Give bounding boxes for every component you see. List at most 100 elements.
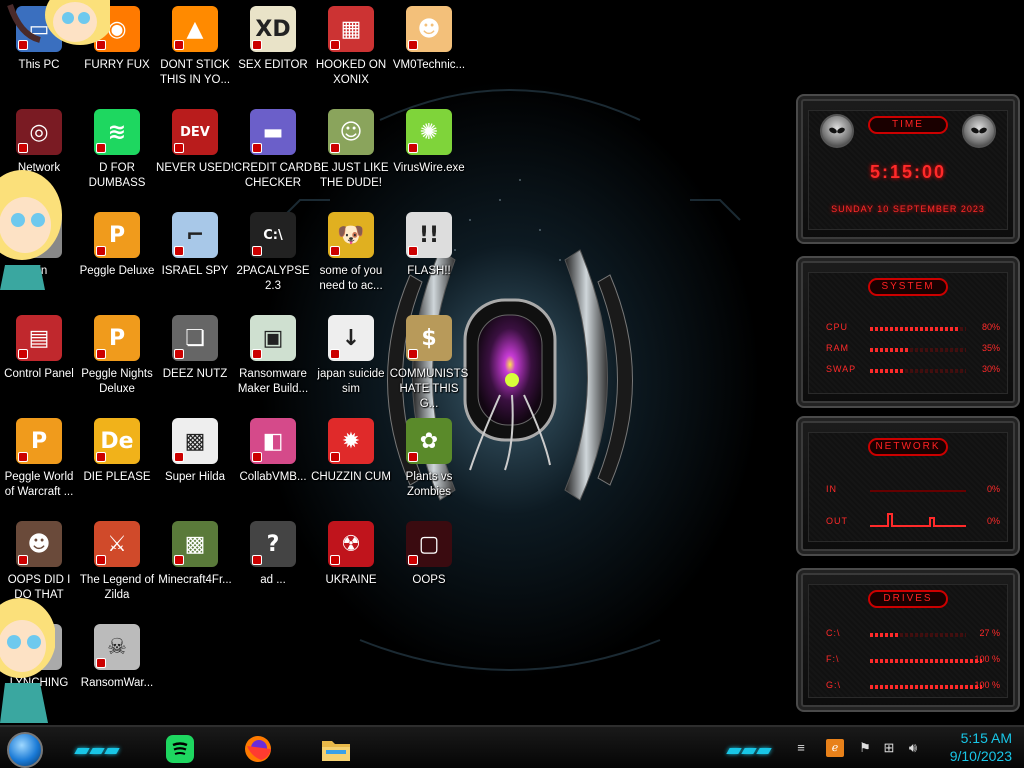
desktop-icon[interactable]: ☠ RansomWar...	[77, 618, 157, 718]
spotify-icon	[166, 735, 194, 763]
drive-label: C:\	[826, 628, 841, 638]
app-tray-icon[interactable]: ℯ	[826, 739, 844, 757]
widget-clock: 5:15:00	[869, 162, 947, 182]
system-label: RAM	[826, 343, 849, 353]
shortcut-arrow-icon	[330, 452, 340, 462]
firefox-icon	[245, 736, 271, 762]
desktop-icon[interactable]: ☺ BE JUST LIKE THE DUDE!	[311, 103, 391, 203]
desktop-icon-label: NEVER USED!	[156, 162, 234, 174]
network-in-label: IN	[826, 484, 837, 494]
firefox-taskbar-button[interactable]	[240, 731, 276, 767]
folder-icon	[322, 741, 350, 761]
network-in-row: IN 0%	[826, 484, 1000, 498]
desktop-icon[interactable]: ❏ DEEZ NUTZ	[155, 309, 235, 409]
desktop-icon[interactable]: ⚔ The Legend of Zilda	[77, 515, 157, 615]
desktop-icon[interactable]: ☢ UKRAINE	[311, 515, 391, 615]
file-explorer-taskbar-button[interactable]	[318, 731, 354, 767]
show-hidden-icons-icon[interactable]: ≡	[792, 739, 810, 757]
volume-icon[interactable]: 🔊︎	[904, 739, 922, 757]
shortcut-arrow-icon	[252, 452, 262, 462]
desktop-icon[interactable]: P Peggle World of Warcraft ...	[0, 412, 79, 512]
start-button[interactable]	[7, 732, 43, 768]
desktop-icon[interactable]: ✿ Plants vs Zombies	[389, 412, 469, 512]
desktop-icon-label: ad ...	[260, 574, 286, 586]
desktop-icon[interactable]: De DIE PLEASE	[77, 412, 157, 512]
desktop-icon[interactable]: XD SEX EDITOR	[233, 0, 313, 100]
desktop-icon-label: SEX EDITOR	[238, 59, 308, 71]
system-widget-title: SYSTEM	[868, 278, 948, 296]
desktop-icon[interactable]: !! FLASH!!	[389, 206, 469, 306]
desktop-icon[interactable]: P Peggle Nights Deluxe	[77, 309, 157, 409]
widget-date: SUNDAY 10 SEPTEMBER 2023	[831, 204, 985, 214]
system-usage-bar	[870, 327, 960, 331]
system-widget: SYSTEM CPU 80% RAM 35% SWAP 30%	[796, 256, 1020, 408]
desktop-icon-label: This PC	[18, 59, 60, 71]
taskbar-clock[interactable]: 5:15 AM 9/10/2023	[950, 729, 1012, 765]
desktop-icon[interactable]: P Peggle Deluxe	[77, 206, 157, 306]
network-out-graph	[870, 513, 966, 527]
desktop-icon-label: Control Panel	[4, 368, 74, 380]
shortcut-arrow-icon	[252, 143, 262, 153]
desktop-icon-label: FURRY FUX	[84, 59, 150, 71]
shortcut-arrow-icon	[18, 143, 28, 153]
action-flag-icon[interactable]: ⚑	[856, 739, 874, 757]
desktop-icon[interactable]: ≋ D FOR DUMBASS	[77, 103, 157, 203]
desktop-icon[interactable]: $ COMMUNISTS HATE THIS G...	[389, 309, 469, 410]
desktop-icon[interactable]: ▩ Super Hilda	[155, 412, 235, 512]
shortcut-arrow-icon	[330, 349, 340, 359]
desktop-icon-label: CollabVMB...	[239, 471, 307, 483]
desktop-icon[interactable]: ✹ CHUZZIN CUM	[311, 412, 391, 512]
network-tray-icon[interactable]: ⊞	[880, 739, 898, 757]
desktop-icon-label: D FOR DUMBASS	[88, 162, 146, 189]
drive-row: G:\ 100 %	[826, 680, 1000, 694]
desktop-icon[interactable]: 🐶 some of you need to ac...	[311, 206, 391, 306]
shortcut-arrow-icon	[96, 452, 106, 462]
desktop-icon[interactable]: ▬ CREDIT CARD CHECKER	[233, 103, 313, 203]
desktop-icon-label: FLASH!!	[407, 265, 451, 277]
desktop-icon[interactable]: ↓ japan suicide sim	[311, 309, 391, 409]
shortcut-arrow-icon	[96, 143, 106, 153]
desktop-icon[interactable]: ? ad ...	[233, 515, 313, 615]
desktop-icon[interactable]: ✺ VirusWire.exe	[389, 103, 469, 203]
time-widget-title: TIME	[868, 116, 948, 134]
shortcut-arrow-icon	[96, 555, 106, 565]
desktop-icon-label: Plants vs Zombies	[405, 471, 453, 498]
system-value: 35%	[981, 343, 1000, 353]
desktop-icon[interactable]: ▩ Minecraft4Fr...	[155, 515, 235, 615]
shortcut-arrow-icon	[18, 555, 28, 565]
desktop-icon[interactable]: C:\ 2PACALYPSE 2.3	[233, 206, 313, 306]
desktop-icon-label: Super Hilda	[164, 471, 226, 483]
shortcut-arrow-icon	[252, 246, 262, 256]
desktop-icon-label: japan suicide sim	[317, 368, 385, 395]
drive-usage-bar	[870, 685, 982, 689]
desktop-icon-label: CREDIT CARD CHECKER	[233, 162, 313, 189]
desktop-icon[interactable]: ▤ Control Panel	[0, 309, 79, 409]
desktop-icon[interactable]: ▲ DONT STICK THIS IN YO...	[155, 0, 235, 100]
desktop-icon-label: DIE PLEASE	[83, 471, 151, 483]
desktop-icon-label: OOPS	[412, 574, 446, 586]
desktop-icon[interactable]: DEV NEVER USED!	[155, 103, 235, 203]
shortcut-arrow-icon	[174, 555, 184, 565]
desktop-icon-label: DONT STICK THIS IN YO...	[159, 59, 231, 86]
desktop-icon[interactable]: ▢ OOPS	[389, 515, 469, 615]
desktop-icon-label: CHUZZIN CUM	[311, 471, 391, 483]
drive-label: F:\	[826, 654, 840, 664]
spotify-taskbar-button[interactable]	[162, 731, 198, 767]
shortcut-arrow-icon	[18, 349, 28, 359]
desktop-icon[interactable]: ☻ VM0Technic...	[389, 0, 469, 100]
desktop-icon-label: VirusWire.exe	[393, 162, 465, 174]
desktop-icon-label: Peggle World of Warcraft ...	[4, 471, 74, 498]
desktop-icon[interactable]: ▣ Ransomware Maker Build...	[233, 309, 313, 409]
shortcut-arrow-icon	[330, 143, 340, 153]
desktop-icon-label: some of you need to ac...	[319, 265, 383, 292]
desktop-icon[interactable]: ▦ HOOKED ON XONIX	[311, 0, 391, 100]
desktop-icon-label: 2PACALYPSE 2.3	[236, 265, 310, 292]
shortcut-arrow-icon	[408, 452, 418, 462]
desktop-icon[interactable]: ◧ CollabVMB...	[233, 412, 313, 512]
desktop-icon-label: BE JUST LIKE THE DUDE!	[313, 162, 389, 189]
shortcut-arrow-icon	[408, 143, 418, 153]
taskbar: ≡ ℯ ⚑ ⊞ 🔊︎ 5:15 AM 9/10/2023	[0, 725, 1024, 768]
desktop-icon[interactable]: ⌐ ISRAEL SPY	[155, 206, 235, 306]
desktop-icon-grid: ▭ This PC ◉ FURRY FUX ▲ DONT STICK THIS IN YO…	[0, 0, 480, 725]
alienware-logo-icon	[820, 114, 854, 148]
